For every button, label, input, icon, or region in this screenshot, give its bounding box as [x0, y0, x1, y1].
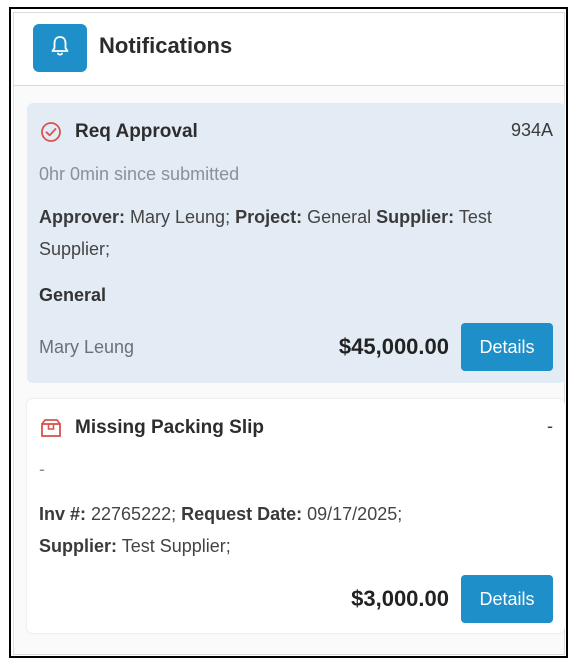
supplier-value: Test Supplier;: [117, 536, 231, 556]
bell-button[interactable]: [33, 24, 87, 72]
bell-icon: [50, 35, 70, 62]
notification-title: Missing Packing Slip: [75, 417, 264, 438]
approver-label: Approver:: [39, 207, 126, 227]
card-header: Req Approval 934A: [39, 120, 553, 144]
request-date-label: Request Date:: [181, 504, 303, 524]
supplier-label: Supplier:: [376, 207, 455, 227]
page-title: Notifications: [99, 33, 233, 58]
submitter-name: Mary Leung: [39, 336, 135, 357]
details-button[interactable]: Details: [461, 575, 553, 623]
notification-card[interactable]: Missing Packing Slip - - Inv #: 22765222…: [27, 399, 565, 633]
amount-group: $45,000.00 Details: [339, 323, 553, 371]
card-footer: Mary Leung $45,000.00 Details: [39, 323, 553, 371]
notification-card[interactable]: Req Approval 934A 0hr 0min since submitt…: [27, 103, 565, 383]
notification-details: Inv #: 22765222; Request Date: 09/17/202…: [39, 498, 553, 562]
invoice-value: 22765222;: [86, 504, 182, 524]
time-since-submitted: 0hr 0min since submitted: [39, 164, 240, 184]
notification-title: Req Approval: [75, 121, 198, 142]
notification-category: General: [39, 285, 107, 305]
amount: $45,000.00: [338, 334, 449, 359]
card-footer: $3,000.00 Details: [39, 575, 553, 623]
notifications-panel: Notifications Req Approval 934A 0hr 0min…: [13, 12, 565, 655]
invoice-label: Inv #:: [39, 504, 87, 524]
time-since-submitted: -: [39, 459, 45, 479]
amount-group: $3,000.00 Details: [351, 575, 553, 623]
notification-id: -: [547, 416, 553, 436]
amount: $3,000.00: [351, 586, 449, 611]
check-circle-icon: [39, 120, 63, 144]
details-button[interactable]: Details: [461, 323, 553, 371]
notification-details: Approver: Mary Leung; Project: General S…: [39, 201, 553, 265]
supplier-label: Supplier:: [39, 536, 118, 556]
request-date-value: 09/17/2025;: [302, 504, 403, 524]
project-label: Project:: [235, 207, 303, 227]
approver-value: Mary Leung;: [125, 207, 236, 227]
card-header: Missing Packing Slip -: [39, 416, 553, 440]
box-icon: [39, 416, 63, 440]
project-value: General: [302, 207, 377, 227]
notification-id: 934A: [510, 120, 553, 140]
panel-header: Notifications: [14, 13, 564, 86]
